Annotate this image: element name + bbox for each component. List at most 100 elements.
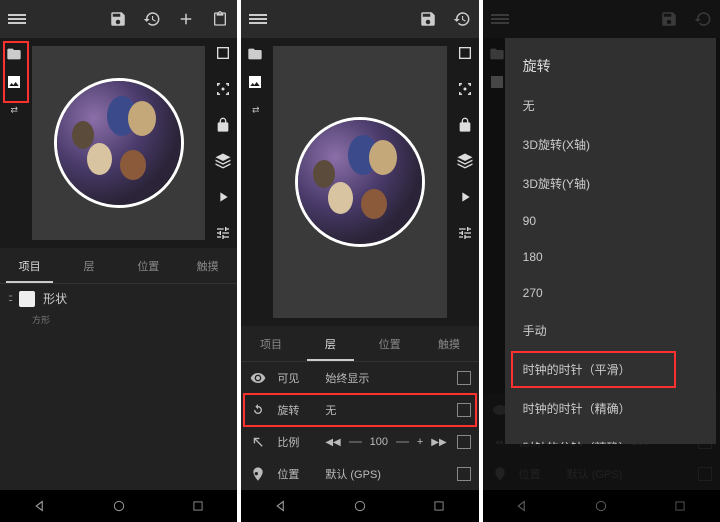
back-button[interactable] bbox=[20, 497, 60, 515]
image-icon[interactable] bbox=[2, 70, 26, 94]
topbar bbox=[0, 0, 237, 38]
tune-icon[interactable] bbox=[454, 222, 476, 244]
shape-thumbnail-icon bbox=[19, 291, 35, 307]
tab-project[interactable]: 项目 bbox=[241, 326, 300, 361]
right-toolbar bbox=[209, 38, 237, 248]
topbar bbox=[241, 0, 478, 38]
popup-item-3dy[interactable]: 3D旋转(Y轴) bbox=[505, 164, 716, 203]
shape-label: 形状 bbox=[43, 290, 67, 307]
plus-icon[interactable] bbox=[177, 10, 195, 28]
prop-rotate[interactable]: 旋转 无 bbox=[241, 394, 478, 426]
layers-icon[interactable] bbox=[212, 150, 234, 172]
scale-checkbox[interactable] bbox=[457, 435, 471, 449]
home-button[interactable] bbox=[99, 498, 139, 514]
canvas[interactable] bbox=[32, 46, 205, 240]
rotate-icon bbox=[249, 401, 267, 419]
lock-icon[interactable] bbox=[454, 114, 476, 136]
popup-item-none[interactable]: 无 bbox=[505, 86, 716, 125]
android-navbar bbox=[241, 490, 478, 522]
save-icon[interactable] bbox=[109, 10, 127, 28]
tab-touch[interactable]: 触摸 bbox=[178, 248, 237, 283]
expand-icon[interactable]: ⇅ bbox=[243, 98, 267, 122]
bottom-tabs: 项目 层 位置 触摸 bbox=[0, 248, 237, 284]
tab-project[interactable]: 项目 bbox=[0, 248, 59, 283]
folder-icon[interactable] bbox=[243, 42, 267, 66]
screenshot-2: ⇅ 项目 层 位置 触摸 可见 始终显示 bbox=[241, 0, 478, 522]
popup-item-hour-precise[interactable]: 时钟的时针（精确） bbox=[505, 389, 716, 428]
position-value: 默认 (GPS) bbox=[325, 466, 446, 482]
tab-layer[interactable]: 层 bbox=[301, 326, 360, 361]
bottom-tabs: 项目 层 位置 触摸 bbox=[241, 326, 478, 362]
lock-icon[interactable] bbox=[212, 114, 234, 136]
scale-icon bbox=[249, 433, 267, 451]
save-icon[interactable] bbox=[419, 10, 437, 28]
android-navbar bbox=[0, 490, 237, 522]
canvas-area: ⇅ bbox=[241, 38, 478, 326]
prop-scale[interactable]: 比例 ◀◀ 100 + ▶▶ bbox=[241, 426, 478, 458]
rewind-icon[interactable]: ◀◀ bbox=[325, 437, 340, 448]
position-checkbox[interactable] bbox=[457, 467, 471, 481]
layer-panel: 可见 始终显示 旋转 无 比例 ◀◀ 100 + ▶▶ bbox=[241, 362, 478, 490]
popup-item-90[interactable]: 90 bbox=[505, 203, 716, 239]
plus-icon[interactable]: + bbox=[417, 436, 423, 448]
forward-icon[interactable]: ▶▶ bbox=[431, 437, 446, 448]
folder-icon[interactable] bbox=[2, 42, 26, 66]
rotate-checkbox[interactable] bbox=[457, 403, 471, 417]
left-toolbar: ⇅ bbox=[0, 38, 28, 248]
history-icon[interactable] bbox=[453, 10, 471, 28]
square-icon[interactable] bbox=[212, 42, 234, 64]
tab-touch[interactable]: 触摸 bbox=[419, 326, 478, 361]
screenshot-1: ⇅ 项目 层 位置 触摸 :::: 形状 方形 bbox=[0, 0, 237, 522]
shape-item[interactable]: :::: 形状 bbox=[0, 284, 237, 313]
expand-icon[interactable]: ⇅ bbox=[2, 98, 26, 122]
home-button[interactable] bbox=[340, 498, 380, 514]
prop-visible[interactable]: 可见 始终显示 bbox=[241, 362, 478, 394]
visible-checkbox[interactable] bbox=[457, 371, 471, 385]
project-panel: :::: 形状 方形 bbox=[0, 284, 237, 490]
visible-label: 可见 bbox=[277, 370, 315, 386]
crosshair-icon[interactable] bbox=[454, 78, 476, 100]
watchface-preview bbox=[295, 117, 425, 247]
popup-item-minute-precise[interactable]: 时钟的分针（精确） bbox=[505, 428, 716, 444]
popup-item-3dx[interactable]: 3D旋转(X轴) bbox=[505, 125, 716, 164]
rotate-value: 无 bbox=[325, 402, 446, 418]
drag-handle-icon[interactable]: :::: bbox=[8, 293, 11, 304]
history-icon[interactable] bbox=[143, 10, 161, 28]
scale-label: 比例 bbox=[277, 434, 315, 450]
canvas[interactable] bbox=[273, 46, 446, 318]
screenshot-3: 旋转 无 3D旋转(X轴) 3D旋转(Y轴) 90 180 270 手动 时钟的… bbox=[483, 0, 720, 522]
watchface-preview bbox=[54, 78, 184, 208]
clipboard-icon[interactable] bbox=[211, 10, 229, 28]
popup-item-180[interactable]: 180 bbox=[505, 239, 716, 275]
location-icon bbox=[249, 465, 267, 483]
shape-subtype: 方形 bbox=[32, 313, 237, 326]
popup-item-manual[interactable]: 手动 bbox=[505, 311, 716, 350]
recent-button[interactable] bbox=[178, 499, 218, 513]
play-icon[interactable] bbox=[454, 186, 476, 208]
popup-item-270[interactable]: 270 bbox=[505, 275, 716, 311]
scale-slider[interactable] bbox=[349, 441, 362, 443]
prop-position[interactable]: 位置 默认 (GPS) bbox=[241, 458, 478, 490]
crosshair-icon[interactable] bbox=[212, 78, 234, 100]
eye-icon bbox=[249, 369, 267, 387]
popup-title: 旋转 bbox=[505, 50, 716, 86]
menu-icon[interactable] bbox=[8, 12, 26, 26]
scale-slider-right[interactable] bbox=[396, 441, 409, 443]
image-icon[interactable] bbox=[243, 70, 267, 94]
back-button[interactable] bbox=[261, 497, 301, 515]
canvas-area: ⇅ bbox=[0, 38, 237, 248]
tab-layer[interactable]: 层 bbox=[59, 248, 118, 283]
tab-position[interactable]: 位置 bbox=[360, 326, 419, 361]
rotate-label: 旋转 bbox=[277, 402, 315, 418]
menu-icon[interactable] bbox=[249, 12, 267, 26]
scale-value: 100 bbox=[370, 436, 388, 448]
position-label: 位置 bbox=[277, 466, 315, 482]
square-icon[interactable] bbox=[454, 42, 476, 64]
tab-position[interactable]: 位置 bbox=[119, 248, 178, 283]
popup-item-hour-smooth[interactable]: 时钟的时针（平滑） bbox=[505, 350, 716, 389]
tune-icon[interactable] bbox=[212, 222, 234, 244]
play-icon[interactable] bbox=[212, 186, 234, 208]
right-toolbar bbox=[451, 38, 479, 326]
layers-icon[interactable] bbox=[454, 150, 476, 172]
recent-button[interactable] bbox=[419, 499, 459, 513]
